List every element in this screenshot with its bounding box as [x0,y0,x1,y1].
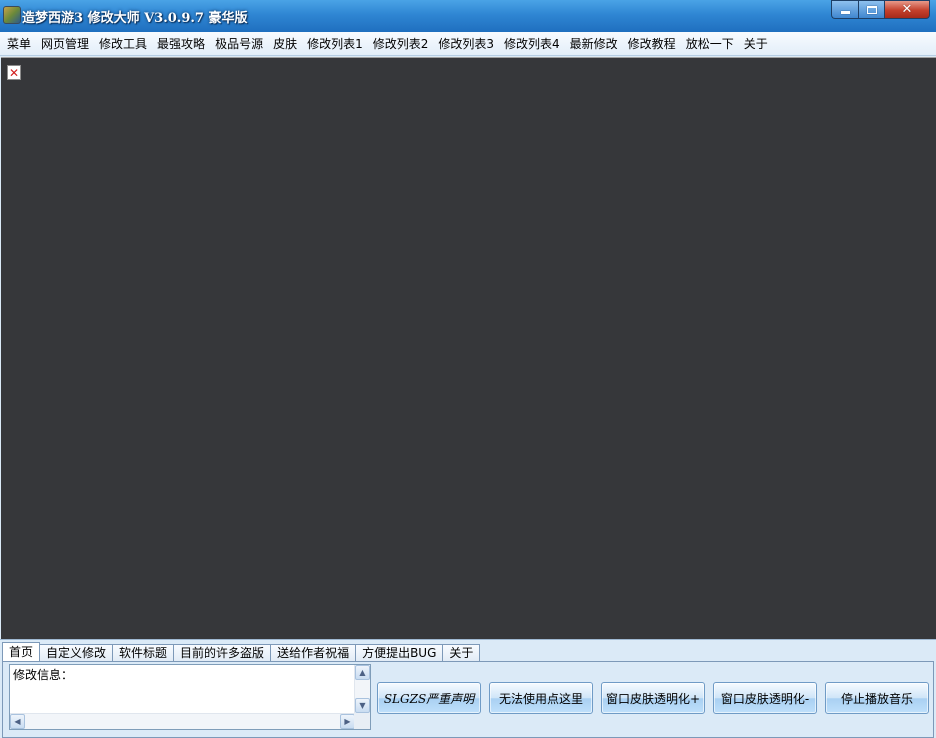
caption-buttons: ✕ [831,0,930,19]
tab-wishes[interactable]: 送给作者祝福 [271,644,357,662]
close-icon: ✕ [901,2,913,17]
menu-item-tutorial[interactable]: 修改教程 [623,34,681,54]
menu-item-relax[interactable]: 放松一下 [681,34,739,54]
minimize-icon [840,11,850,14]
tab-custom-modify[interactable]: 自定义修改 [40,644,114,662]
menu-item-skin[interactable]: 皮肤 [268,34,302,54]
menu-item-list-2[interactable]: 修改列表2 [368,34,434,54]
menu-bar: 菜单 网页管理 修改工具 最强攻略 极品号源 皮肤 修改列表1 修改列表2 修改… [0,32,936,56]
minimize-button[interactable] [831,0,858,19]
tab-report-bug[interactable]: 方便提出BUG [356,644,444,662]
scrollbar-corner [354,713,370,729]
title-bar[interactable]: 造梦西游3 修改大师 V3.0.9.7 豪华版 ✕ [0,0,936,32]
stop-music-button[interactable]: 停止播放音乐 [825,682,929,714]
menu-item-menu[interactable]: 菜单 [2,34,36,54]
window-title: 造梦西游3 修改大师 V3.0.9.7 豪华版 [22,11,248,26]
skin-transparency-decrease-button[interactable]: 窗口皮肤透明化- [713,682,817,714]
scroll-right-icon[interactable]: ▶ [340,714,355,729]
bottom-panel: 首页 自定义修改 软件标题 目前的许多盗版 送给作者祝福 方便提出BUG 关于 … [0,639,936,738]
scroll-up-icon[interactable]: ▲ [355,665,370,680]
menu-item-list-3[interactable]: 修改列表3 [433,34,499,54]
scroll-down-icon[interactable]: ▼ [355,698,370,713]
tab-piracy[interactable]: 目前的许多盗版 [174,644,272,662]
horizontal-scrollbar[interactable]: ◀ ▶ [10,713,355,729]
menu-item-accounts[interactable]: 极品号源 [210,34,268,54]
menu-item-list-4[interactable]: 修改列表4 [499,34,565,54]
app-window: 造梦西游3 修改大师 V3.0.9.7 豪华版 ✕ 菜单 网页管理 修改工具 最… [0,0,936,738]
broken-image-icon: ✕ [7,65,21,80]
tab-about[interactable]: 关于 [443,644,481,662]
declaration-button[interactable]: SLGZS严重声明 [377,682,481,714]
scroll-left-icon[interactable]: ◀ [10,714,25,729]
maximize-button[interactable] [858,0,884,19]
menu-item-web-manage[interactable]: 网页管理 [36,34,94,54]
vertical-scrollbar[interactable]: ▲ ▼ [354,665,370,713]
skin-transparency-increase-button[interactable]: 窗口皮肤透明化+ [601,682,705,714]
tab-home[interactable]: 首页 [2,642,41,662]
modify-info-textarea[interactable]: 修改信息： ▲ ▼ ◀ ▶ [9,664,371,730]
menu-item-tools[interactable]: 修改工具 [94,34,152,54]
menu-item-guide[interactable]: 最强攻略 [152,34,210,54]
close-button[interactable]: ✕ [884,0,930,19]
tab-software-title[interactable]: 软件标题 [113,644,175,662]
menu-item-list-1[interactable]: 修改列表1 [302,34,368,54]
maximize-icon [866,5,877,14]
menu-item-latest[interactable]: 最新修改 [565,34,623,54]
cannot-use-button[interactable]: 无法使用点这里 [489,682,593,714]
app-icon[interactable] [3,6,21,24]
menu-item-about[interactable]: 关于 [739,34,773,54]
modify-info-label: 修改信息： [13,668,74,682]
tab-strip: 首页 自定义修改 软件标题 目前的许多盗版 送给作者祝福 方便提出BUG 关于 [2,642,481,662]
tab-panel-home: 修改信息： ▲ ▼ ◀ ▶ SLGZS严重声明 无法使用点这里 窗口皮肤透明化+… [2,661,934,738]
content-viewport[interactable]: ✕ [1,57,936,639]
